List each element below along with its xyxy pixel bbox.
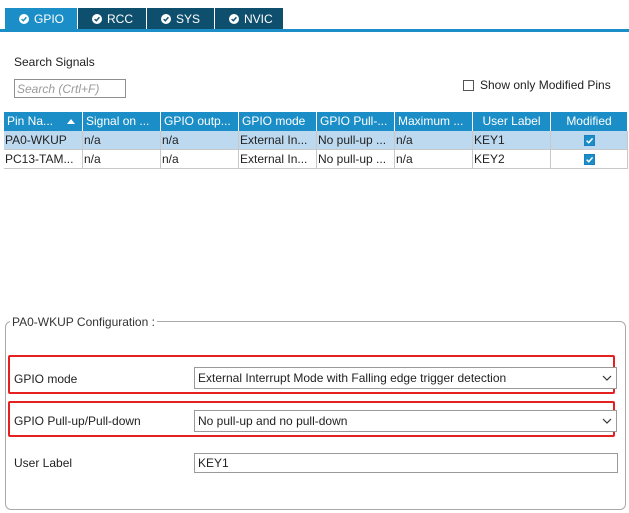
column-header-modified[interactable]: Modified	[551, 112, 628, 131]
tab-label: SYS	[176, 11, 201, 26]
table-cell: n/a	[395, 131, 473, 150]
tab-label: RCC	[107, 11, 133, 26]
check-circle-icon	[19, 13, 29, 24]
show-only-modified-label: Show only Modified Pins	[480, 78, 611, 92]
modified-cell	[551, 131, 628, 150]
gpio-mode-select[interactable]: External Interrupt Mode with Falling edg…	[194, 367, 617, 389]
gpio-mode-value: External Interrupt Mode with Falling edg…	[198, 371, 507, 385]
column-header-gpio-pull[interactable]: GPIO Pull-...	[317, 112, 395, 131]
search-input[interactable]	[14, 79, 126, 98]
tab-bar: GPIO RCC SYS NVIC	[0, 0, 629, 32]
column-header-user-label[interactable]: User Label	[473, 112, 551, 131]
show-only-modified-checkbox[interactable]: Show only Modified Pins	[463, 78, 611, 92]
column-header-pin-name[interactable]: Pin Na...	[4, 112, 83, 131]
gpio-pull-value: No pull-up and no pull-down	[198, 414, 348, 428]
configuration-title: PA0-WKUP Configuration :	[10, 315, 157, 329]
table-header: Pin Na... Signal on ... GPIO outp... GPI…	[4, 112, 628, 131]
check-circle-icon	[161, 13, 171, 24]
tab-nvic[interactable]: NVIC	[215, 8, 284, 29]
tab-sys[interactable]: SYS	[147, 8, 215, 29]
column-header-signal[interactable]: Signal on ...	[83, 112, 161, 131]
gpio-mode-label: GPIO mode	[14, 372, 78, 386]
modified-checkbox[interactable]	[583, 153, 595, 165]
table-cell: No pull-up ...	[317, 150, 395, 169]
column-header-gpio-mode[interactable]: GPIO mode	[239, 112, 317, 131]
search-signals-label: Search Signals	[14, 55, 95, 69]
tab-label: GPIO	[34, 11, 65, 26]
check-circle-icon	[92, 13, 102, 24]
modified-checkbox[interactable]	[583, 134, 595, 146]
gpio-pull-label: GPIO Pull-up/Pull-down	[14, 414, 141, 428]
user-label-input[interactable]: KEY1	[194, 453, 618, 473]
user-label-label: User Label	[14, 456, 73, 470]
checkmark-icon	[585, 156, 593, 163]
table-cell: n/a	[161, 150, 239, 169]
check-circle-icon	[229, 13, 239, 24]
checkmark-icon	[585, 137, 593, 144]
column-header-gpio-output[interactable]: GPIO outp...	[161, 112, 239, 131]
chevron-down-icon	[602, 418, 612, 424]
column-header-maximum[interactable]: Maximum ...	[395, 112, 473, 131]
table-cell: PA0-WKUP	[4, 131, 83, 150]
checkbox-box[interactable]	[463, 79, 474, 91]
pin-table: Pin Na... Signal on ... GPIO outp... GPI…	[4, 112, 628, 169]
tab-gpio[interactable]: GPIO	[5, 8, 78, 29]
tab-underline	[0, 29, 629, 32]
table-cell: n/a	[83, 131, 161, 150]
gpio-pull-select[interactable]: No pull-up and no pull-down	[194, 410, 617, 432]
table-cell: KEY2	[473, 150, 551, 169]
table-cell: External In...	[239, 131, 317, 150]
tab-label: NVIC	[244, 11, 273, 26]
modified-cell	[551, 150, 628, 169]
chevron-down-icon	[602, 375, 612, 381]
sort-ascending-icon	[67, 119, 75, 124]
tab-rcc[interactable]: RCC	[78, 8, 147, 29]
table-cell: External In...	[239, 150, 317, 169]
table-row[interactable]: PA0-WKUP n/a n/a External In... No pull-…	[4, 131, 628, 150]
table-cell: n/a	[161, 131, 239, 150]
table-row[interactable]: PC13-TAM... n/a n/a External In... No pu…	[4, 150, 628, 169]
table-cell: PC13-TAM...	[4, 150, 83, 169]
table-cell: No pull-up ...	[317, 131, 395, 150]
table-cell: n/a	[395, 150, 473, 169]
user-label-value: KEY1	[198, 456, 229, 470]
table-cell: KEY1	[473, 131, 551, 150]
table-cell: n/a	[83, 150, 161, 169]
